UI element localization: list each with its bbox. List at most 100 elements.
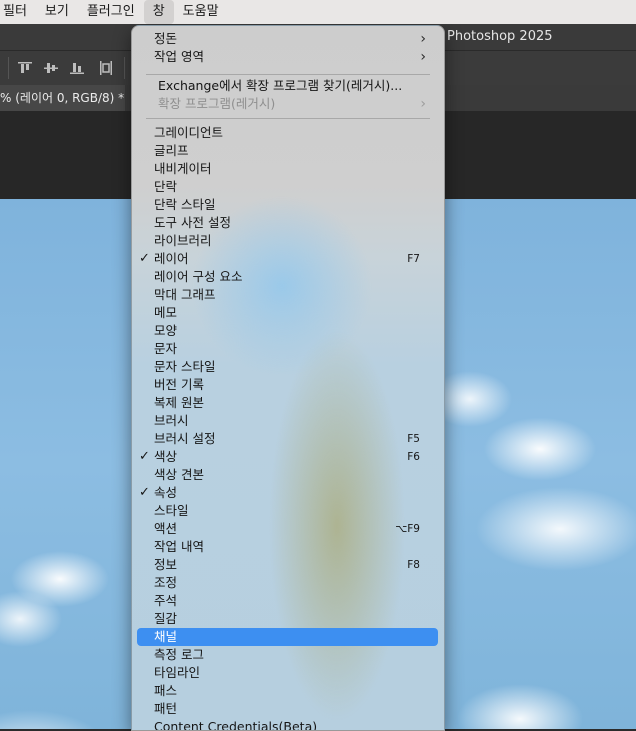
menu-item-label: 작업 영역: [154, 49, 204, 64]
document-tab[interactable]: % (레이어 0, RGB/8) *: [0, 85, 125, 111]
menu-item-label: 단락: [154, 179, 178, 194]
menu-item[interactable]: 브러시: [137, 412, 438, 430]
menu-item[interactable]: ✓ 색상 F6: [137, 448, 438, 466]
menu-item-label: 질감: [154, 611, 178, 626]
menu-item-label: 내비게이터: [154, 161, 212, 176]
menu-item[interactable]: 정보 F8: [137, 556, 438, 574]
menu-item[interactable]: 모양: [137, 322, 438, 340]
menubar-item[interactable]: 도움말: [174, 0, 228, 24]
menu-item[interactable]: 레이어 구성 요소: [137, 268, 438, 286]
distribute-horizontal-icon[interactable]: [98, 60, 114, 76]
macos-menubar: 필터 보기 플러그인 창 도움말: [0, 0, 636, 24]
menu-item[interactable]: 단락 스타일: [137, 196, 438, 214]
menu-item[interactable]: 내비게이터: [137, 160, 438, 178]
menu-item-shortcut: F5: [407, 433, 420, 445]
menu-item-shortcut: F7: [407, 253, 420, 265]
menu-item-label: 단락 스타일: [154, 197, 216, 212]
menu-item[interactable]: 문자 스타일: [137, 358, 438, 376]
menu-item-label: 색상: [154, 449, 178, 464]
menu-item[interactable]: 스타일: [137, 502, 438, 520]
menu-item-label: 조정: [154, 575, 178, 590]
menu-item-label: 측정 로그: [154, 647, 204, 662]
menu-item-label: 문자 스타일: [154, 359, 216, 374]
menu-item: 확장 프로그램(레거시) ›: [137, 95, 438, 113]
menu-item[interactable]: Exchange에서 확장 프로그램 찾기(레거시)...: [137, 77, 438, 95]
menu-item-label: 버전 기록: [154, 377, 204, 392]
menu-item[interactable]: 주석: [137, 592, 438, 610]
menu-item[interactable]: 질감: [137, 610, 438, 628]
menu-item-label: 그레이디언트: [154, 125, 224, 140]
options-separator: [124, 57, 125, 79]
menu-item-label: 메모: [154, 305, 178, 320]
menu-item[interactable]: 타임라인: [137, 664, 438, 682]
menu-item[interactable]: 라이브러리: [137, 232, 438, 250]
menu-item-label: 정돈: [154, 31, 178, 46]
menubar-item[interactable]: 보기: [36, 0, 78, 24]
menu-item[interactable]: 메모: [137, 304, 438, 322]
menu-item-label: 모양: [154, 323, 178, 338]
menu-item-label: 브러시: [154, 413, 189, 428]
menu-item-label: 액션: [154, 521, 178, 536]
menu-item-label: 라이브러리: [154, 233, 212, 248]
menu-item-label: 레이어: [154, 251, 189, 266]
menu-item-label: 패스: [154, 683, 178, 698]
menu-item[interactable]: 색상 견본: [137, 466, 438, 484]
menubar-item[interactable]: 창: [143, 0, 174, 24]
menu-item-label: 채널: [154, 629, 178, 644]
submenu-chevron-icon: ›: [420, 96, 426, 112]
menu-item-label: 스타일: [154, 503, 189, 518]
menu-item[interactable]: 작업 내역: [137, 538, 438, 556]
menu-item-shortcut: F6: [407, 451, 420, 463]
menu-item[interactable]: 문자: [137, 340, 438, 358]
checkmark-icon: ✓: [139, 485, 150, 500]
menu-item-label: 브러시 설정: [154, 431, 216, 446]
menu-separator: [146, 74, 430, 75]
menu-item-shortcut: ⌥F9: [395, 523, 420, 535]
menu-item-label: 글리프: [154, 143, 189, 158]
menu-item[interactable]: 조정: [137, 574, 438, 592]
menu-item-label: 색상 견본: [154, 467, 204, 482]
menu-item[interactable]: 정돈 ›: [137, 30, 438, 48]
menu-item[interactable]: 단락: [137, 178, 438, 196]
menu-item[interactable]: 복제 원본: [137, 394, 438, 412]
align-top-edges-icon[interactable]: [17, 60, 33, 76]
app-title: Photoshop 2025: [447, 29, 553, 44]
menu-item-label: 타임라인: [154, 665, 201, 680]
menu-item[interactable]: ✓ 속성: [137, 484, 438, 502]
checkmark-icon: ✓: [139, 251, 150, 266]
menu-item-label: Content Credentials(Beta): [154, 719, 318, 731]
menu-item[interactable]: 측정 로그: [137, 646, 438, 664]
menu-separator: [146, 118, 430, 119]
submenu-chevron-icon: ›: [420, 49, 426, 65]
submenu-chevron-icon: ›: [420, 31, 426, 47]
menu-item[interactable]: 브러시 설정 F5: [137, 430, 438, 448]
menu-item[interactable]: 그레이디언트: [137, 124, 438, 142]
menu-item-label: 복제 원본: [154, 395, 204, 410]
menu-item-label: 문자: [154, 341, 178, 356]
menu-item-label: 확장 프로그램(레거시): [158, 96, 276, 111]
menu-item-label: 도구 사전 설정: [154, 215, 231, 230]
menu-item[interactable]: 채널: [137, 628, 438, 646]
align-vertical-centers-icon[interactable]: [43, 60, 59, 76]
menu-item[interactable]: 도구 사전 설정: [137, 214, 438, 232]
menu-item[interactable]: 패턴: [137, 700, 438, 718]
options-separator: [8, 57, 9, 79]
menu-item[interactable]: 액션 ⌥F9: [137, 520, 438, 538]
menu-item[interactable]: 작업 영역 ›: [137, 48, 438, 66]
window-menu-dropdown: 정돈 › 작업 영역 › Exchange에서 확장 프로그램 찾기(레거시)... 확장…: [131, 25, 445, 731]
menu-item-label: 속성: [154, 485, 178, 500]
menu-item-label: 정보: [154, 557, 178, 572]
menu-item[interactable]: ✓ 레이어 F7: [137, 250, 438, 268]
menu-item-label: 주석: [154, 593, 178, 608]
menu-item-label: 작업 내역: [154, 539, 204, 554]
align-bottom-edges-icon[interactable]: [69, 60, 85, 76]
menu-item[interactable]: 패스: [137, 682, 438, 700]
menu-item[interactable]: Content Credentials(Beta): [137, 718, 438, 731]
menu-item[interactable]: 막대 그래프: [137, 286, 438, 304]
menubar-item[interactable]: 플러그인: [78, 0, 144, 24]
menu-item[interactable]: 버전 기록: [137, 376, 438, 394]
menu-item-label: 막대 그래프: [154, 287, 216, 302]
menubar-item[interactable]: 필터: [0, 0, 36, 24]
menu-item-label: 패턴: [154, 701, 178, 716]
menu-item[interactable]: 글리프: [137, 142, 438, 160]
